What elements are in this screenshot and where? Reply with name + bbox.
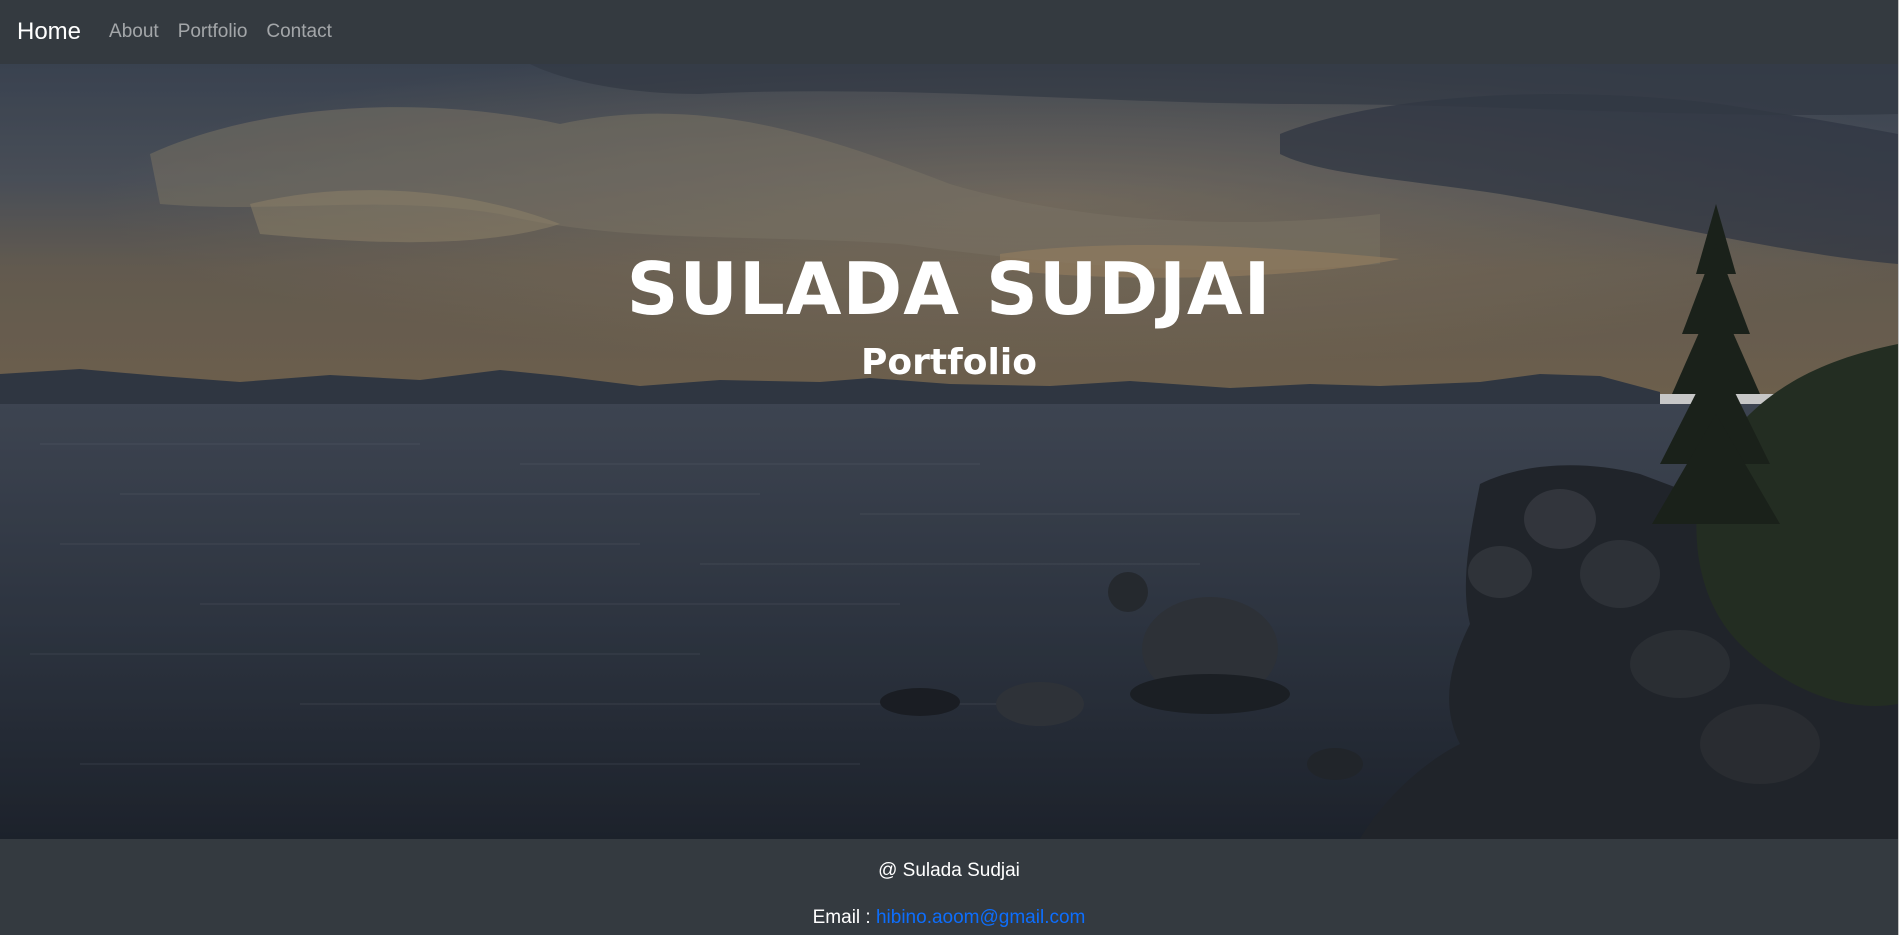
page: Home About Portfolio Contact SULADA SUDJ… [0,0,1899,935]
hero-background-image [0,64,1898,839]
footer-copyright: @ Sulada Sudjai [878,860,1020,881]
navbar: Home About Portfolio Contact [0,0,1898,64]
footer-email-label: Email : [812,907,871,928]
footer-email-row: Email : hibino.aoom@gmail.com [0,907,1898,929]
email-link[interactable]: hibino.aoom@gmail.com [876,907,1085,928]
hero-section: SULADA SUDJAI Portfolio [0,64,1898,839]
nav-about-link[interactable]: About [109,21,159,43]
hero-subtitle: Portfolio [861,342,1037,383]
nav-home-link[interactable]: Home [17,18,81,46]
page-content: Home About Portfolio Contact SULADA SUDJ… [0,0,1898,935]
hero-title: SULADA SUDJAI [626,247,1272,331]
footer: @ Sulada Sudjai Email : hibino.aoom@gmai… [0,839,1898,935]
nav-portfolio-link[interactable]: Portfolio [178,21,248,43]
nav-contact-link[interactable]: Contact [266,21,331,43]
